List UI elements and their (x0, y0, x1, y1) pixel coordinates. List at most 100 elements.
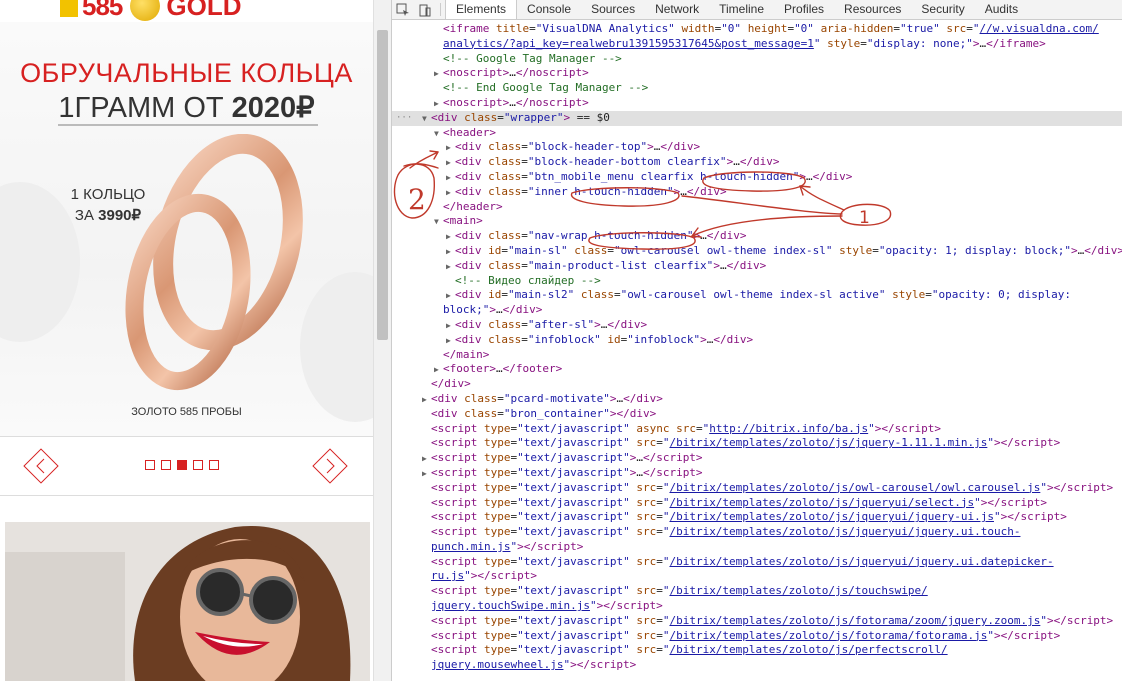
expand-triangle-icon[interactable]: ▶ (434, 97, 443, 112)
hero-banner[interactable]: ОБРУЧАЛЬНЫЕ КОЛЬЦА 1ГРАММ ОТ 2020₽ 1 КОЛ… (0, 22, 373, 436)
dom-node-line[interactable]: <script type="text/javascript" src="/bit… (392, 629, 1122, 644)
dom-node-line[interactable]: ru.js"></script> (392, 569, 1122, 584)
device-icon[interactable] (414, 0, 436, 19)
dom-node-markup: <!-- End Google Tag Manager --> (443, 81, 649, 95)
dom-node-line[interactable]: ▶ <noscript>…</noscript> (392, 96, 1122, 111)
dom-node-markup: block;">…</div> (443, 303, 543, 317)
dom-node-line[interactable]: jquery.mousewheel.js"></script> (392, 658, 1122, 673)
dom-node-line[interactable]: ▶ <div class="pcard-motivate">…</div> (392, 392, 1122, 407)
dom-node-line[interactable]: <script type="text/javascript" src="/bit… (392, 525, 1122, 540)
dom-node-line[interactable]: <div class="bron_container"></div> (392, 407, 1122, 422)
dom-node-line[interactable]: ▶ <div class="nav-wrap h-touch-hidden">…<… (392, 229, 1122, 244)
dom-node-line[interactable]: punch.min.js"></script> (392, 540, 1122, 555)
expand-triangle-icon[interactable]: ▶ (422, 393, 431, 408)
dom-node-markup: <noscript>…</noscript> (443, 95, 589, 109)
expand-triangle-icon[interactable]: ▶ (434, 363, 443, 378)
dom-node-markup: <script type="text/javascript" src="/bit… (431, 495, 1047, 509)
slider-dot[interactable] (161, 460, 171, 470)
dom-node-line[interactable]: <!-- Видео слайдер --> (392, 274, 1122, 289)
collapse-triangle-icon[interactable]: ▼ (434, 127, 443, 142)
dom-node-line[interactable]: ▶ <div class="btn_mobile_menu clearfix h-… (392, 170, 1122, 185)
dom-node-markup: <script type="text/javascript" src="/bit… (431, 584, 928, 598)
expand-triangle-icon[interactable]: ▶ (446, 171, 455, 186)
promo-photo[interactable] (5, 522, 370, 681)
expand-triangle-icon[interactable]: ▶ (446, 141, 455, 156)
dom-node-line[interactable]: ▶ <footer>…</footer> (392, 362, 1122, 377)
dom-node-line[interactable]: <script type="text/javascript" src="/bit… (392, 510, 1122, 525)
dom-node-line[interactable]: analytics/?api_key=realwebru139159531764… (392, 37, 1122, 52)
dom-node-line[interactable]: <!-- Google Tag Manager --> (392, 52, 1122, 67)
expand-triangle-icon[interactable]: ▶ (446, 186, 455, 201)
smiling-woman-image (5, 522, 370, 681)
expand-triangle-icon[interactable]: ▶ (446, 156, 455, 171)
dom-node-line[interactable]: <script type="text/javascript" async src… (392, 422, 1122, 437)
expand-triangle-icon[interactable]: ▶ (422, 452, 431, 467)
dom-node-line[interactable]: ▶ <div class="block-header-top">…</div> (392, 140, 1122, 155)
expand-triangle-icon[interactable]: ▶ (446, 334, 455, 349)
inspect-icon[interactable] (392, 0, 414, 19)
slider-dot[interactable] (145, 460, 155, 470)
scrollbar-thumb[interactable] (377, 30, 388, 340)
dom-node-line[interactable]: ▶ <div class="infoblock" id="infoblock">…… (392, 333, 1122, 348)
dom-node-markup: <script type="text/javascript" async src… (431, 421, 942, 435)
dom-node-line[interactable]: ▶ <div class="after-sl">…</div> (392, 318, 1122, 333)
slider-dot[interactable] (193, 460, 203, 470)
offer-prefix: ЗА (74, 207, 99, 224)
dom-node-markup: <div id="main-sl2" class="owl-carousel o… (455, 288, 1071, 302)
expand-triangle-icon[interactable]: ▶ (446, 260, 455, 275)
dom-node-line[interactable]: <script type="text/javascript" src="/bit… (392, 643, 1122, 658)
dom-node-markup: <div class="nav-wrap h-touch-hidden">…</… (455, 229, 747, 243)
tab-sources[interactable]: Sources (581, 0, 645, 19)
dom-node-line[interactable]: jquery.touchSwipe.min.js"></script> (392, 599, 1122, 614)
slider-dot[interactable] (177, 460, 187, 470)
collapse-triangle-icon[interactable]: ▼ (422, 112, 431, 127)
tab-list: Elements Console Sources Network Timeline Pro… (445, 0, 1028, 19)
dom-node-line[interactable]: ▶ <div class="inner h-touch-hidden">…</di… (392, 185, 1122, 200)
dom-node-line[interactable]: ▼ <main> (392, 214, 1122, 229)
dom-node-line[interactable]: </div> (392, 377, 1122, 392)
tab-network[interactable]: Network (645, 0, 709, 19)
dom-node-line[interactable]: <script type="text/javascript" src="/bit… (392, 481, 1122, 496)
dom-node-line[interactable]: ▶ <script type="text/javascript">…</scrip… (392, 451, 1122, 466)
tab-resources[interactable]: Resources (834, 0, 911, 19)
dom-node-line[interactable]: <iframe title="VisualDNA Analytics" widt… (392, 22, 1122, 37)
dom-node-line[interactable]: <script type="text/javascript" src="/bit… (392, 614, 1122, 629)
dom-node-line[interactable]: <script type="text/javascript" src="/bit… (392, 436, 1122, 451)
dom-node-line[interactable]: <script type="text/javascript" src="/bit… (392, 555, 1122, 570)
dom-node-markup: <script type="text/javascript" src="/bit… (431, 613, 1114, 627)
slider-dot[interactable] (209, 460, 219, 470)
dom-node-line[interactable]: ▶ <div id="main-sl2" class="owl-carousel … (392, 288, 1122, 303)
dom-node-line[interactable]: <script type="text/javascript" src="/bit… (392, 496, 1122, 511)
collapse-triangle-icon[interactable]: ▼ (434, 215, 443, 230)
page-scrollbar[interactable] (373, 0, 391, 681)
dom-node-markup: <main> (443, 214, 483, 228)
dom-node-line[interactable]: ▶ <div class="block-header-bottom clearfi… (392, 155, 1122, 170)
dom-node-line[interactable]: ··· ▼ <div class="wrapper"> == $0 (392, 110, 1122, 127)
dom-node-line[interactable]: ▶ <div id="main-sl" class="owl-carousel o… (392, 244, 1122, 259)
dom-node-line[interactable]: <!-- End Google Tag Manager --> (392, 81, 1122, 96)
next-arrow-icon[interactable] (311, 447, 349, 485)
expand-triangle-icon[interactable]: ▶ (446, 319, 455, 334)
dom-node-line[interactable]: ▼ <header> (392, 126, 1122, 141)
dom-node-line[interactable]: ▶ <div class="main-product-list clearfix"… (392, 259, 1122, 274)
prev-arrow-icon[interactable] (22, 447, 60, 485)
tab-audits[interactable]: Audits (975, 0, 1028, 19)
dom-node-line[interactable]: </header> (392, 200, 1122, 215)
tab-profiles[interactable]: Profiles (774, 0, 834, 19)
dom-node-line[interactable]: block;">…</div> (392, 303, 1122, 318)
expand-triangle-icon[interactable]: ▶ (446, 289, 455, 304)
expand-triangle-icon[interactable]: ▶ (434, 67, 443, 82)
tab-security[interactable]: Security (911, 0, 974, 19)
expand-triangle-icon[interactable]: ▶ (446, 230, 455, 245)
expand-triangle-icon[interactable]: ▶ (446, 245, 455, 260)
dom-node-line[interactable]: <script type="text/javascript" src="/bit… (392, 584, 1122, 599)
tab-console[interactable]: Console (517, 0, 581, 19)
dom-node-line[interactable]: ▶ <script type="text/javascript">…</scrip… (392, 466, 1122, 481)
tab-elements[interactable]: Elements (445, 0, 518, 19)
dom-node-markup: <script type="text/javascript" src="/bit… (431, 628, 1061, 642)
dom-node-line[interactable]: </main> (392, 348, 1122, 363)
site-logo[interactable]: 585 GOLD (60, 0, 242, 21)
expand-triangle-icon[interactable]: ▶ (422, 467, 431, 482)
dom-node-line[interactable]: ▶ <noscript>…</noscript> (392, 66, 1122, 81)
tab-timeline[interactable]: Timeline (709, 0, 774, 19)
